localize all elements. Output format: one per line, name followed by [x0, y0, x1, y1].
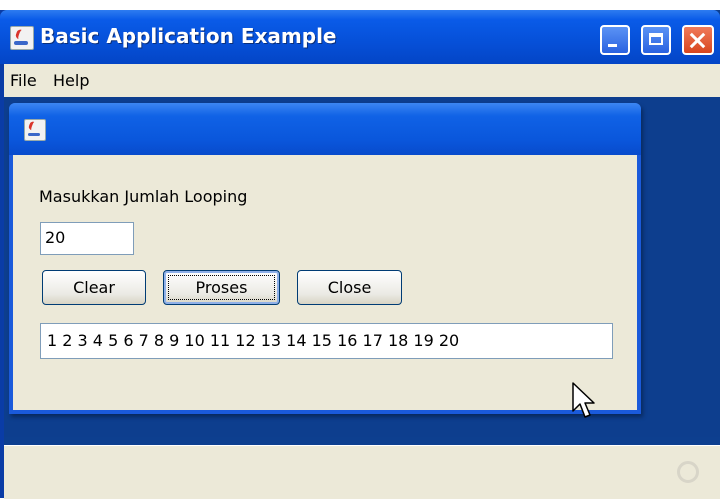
- menu-help[interactable]: Help: [53, 71, 89, 90]
- java-cup-icon: [10, 26, 34, 50]
- window-title: Basic Application Example: [40, 24, 337, 48]
- looping-count-label: Masukkan Jumlah Looping: [39, 187, 248, 206]
- minimize-button[interactable]: [600, 25, 630, 55]
- menu-bar: File Help: [4, 64, 720, 97]
- status-bar: [4, 445, 720, 499]
- maximize-button[interactable]: [641, 25, 671, 55]
- close-window-button[interactable]: [682, 25, 714, 55]
- mouse-pointer-icon: [572, 382, 595, 418]
- busy-indicator-icon: [677, 461, 699, 483]
- internal-frame: Masukkan Jumlah Looping 20 Clear Proses …: [9, 103, 641, 414]
- maximize-icon: [649, 33, 663, 45]
- clear-button[interactable]: Clear: [42, 270, 146, 305]
- title-bar[interactable]: Basic Application Example: [0, 10, 720, 64]
- menu-file[interactable]: File: [10, 71, 37, 90]
- java-cup-icon: [24, 119, 46, 141]
- internal-frame-title-bar[interactable]: [9, 103, 641, 155]
- output-field[interactable]: 1 2 3 4 5 6 7 8 9 10 11 12 13 14 15 16 1…: [40, 323, 613, 359]
- clipped-top-text-strip: [0, 0, 720, 10]
- looping-count-input[interactable]: 20: [40, 222, 134, 255]
- close-button[interactable]: Close: [297, 270, 402, 305]
- proses-button[interactable]: Proses: [163, 270, 280, 305]
- minimize-icon: [608, 44, 617, 47]
